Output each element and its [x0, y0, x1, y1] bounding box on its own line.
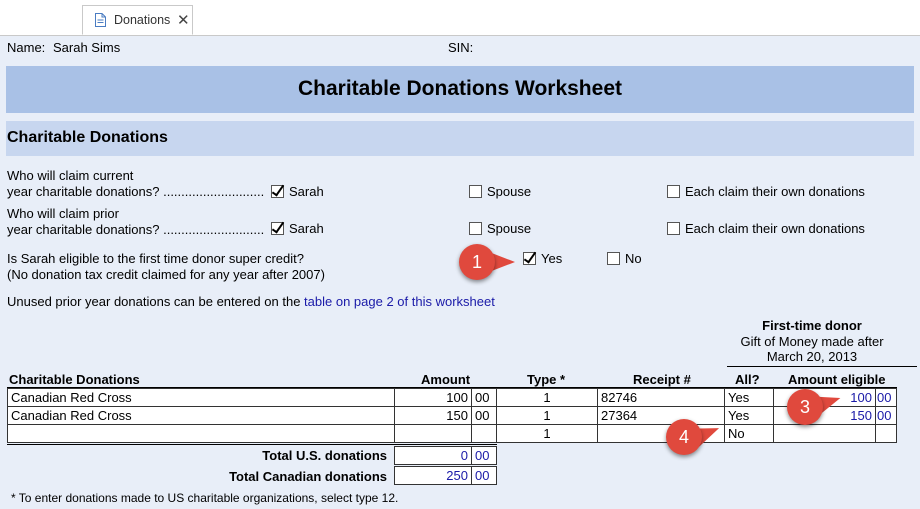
type-cell[interactable]: 1	[496, 424, 598, 443]
amount-cents-cell[interactable]	[471, 424, 497, 443]
page2-table-link[interactable]: table on page 2 of this worksheet	[304, 294, 495, 309]
amount-cell[interactable]: 150	[394, 406, 472, 425]
claim-prior-each-checkbox[interactable]	[667, 222, 680, 235]
claim-current-line2: year charitable donations? .............…	[7, 184, 265, 199]
unused-donations-note: Unused prior year donations can be enter…	[7, 294, 495, 309]
amount-cell[interactable]: 100	[394, 388, 472, 407]
eligible-cents-cell[interactable]: 00	[875, 406, 897, 425]
claim-current-sarah-label: Sarah	[289, 184, 324, 199]
receipt-cell[interactable]: 82746	[597, 388, 725, 407]
claim-prior-each-label: Each claim their own donations	[685, 221, 865, 236]
super-credit-yes-checkbox[interactable]	[523, 252, 536, 265]
claim-prior-line2: year charitable donations? .............…	[7, 222, 265, 237]
claim-current-each-label: Each claim their own donations	[685, 184, 865, 199]
callout-badge-1: 1	[459, 244, 495, 280]
document-icon	[95, 13, 106, 27]
footnote: * To enter donations made to US charitab…	[11, 491, 399, 505]
claim-prior-line1: Who will claim prior	[7, 206, 119, 221]
section-title: Charitable Donations	[7, 129, 168, 146]
claim-prior-spouse-checkbox[interactable]	[469, 222, 482, 235]
all-cell[interactable]: Yes	[724, 406, 774, 425]
total-us-label: Total U.S. donations	[262, 448, 387, 463]
totals-divider	[7, 444, 497, 445]
first-time-donor-sub2: March 20, 2013	[766, 349, 858, 364]
first-time-donor-sub1: Gift of Money made after	[740, 334, 884, 349]
claim-current-line1: Who will claim current	[7, 168, 134, 183]
claim-current-each-checkbox[interactable]	[667, 185, 680, 198]
claim-prior-spouse-label: Spouse	[487, 221, 532, 236]
eligible-cell[interactable]	[773, 424, 876, 443]
total-us-value: 0	[394, 446, 472, 465]
col-header-eligible: Amount eligible	[788, 372, 886, 387]
section-header: Charitable Donations	[6, 121, 914, 156]
donation-name-cell[interactable]: Canadian Red Cross	[7, 388, 395, 407]
eligible-cents-cell[interactable]	[875, 424, 897, 443]
tab-label: Donations	[114, 13, 171, 27]
close-icon[interactable]: ✕	[177, 11, 190, 29]
claim-prior-sarah-checkbox[interactable]	[271, 222, 284, 235]
col-header-type: Type *	[527, 372, 566, 387]
all-cell[interactable]: Yes	[724, 388, 774, 407]
claim-prior-sarah-label: Sarah	[289, 221, 324, 236]
first-time-donor-heading: First-time donor	[762, 318, 862, 333]
name-value: Sarah Sims	[53, 40, 121, 55]
super-credit-question: Is Sarah eligible to the first time dono…	[7, 251, 304, 266]
name-label: Name:	[7, 40, 46, 55]
amount-cell[interactable]	[394, 424, 472, 443]
col-header-donations: Charitable Donations	[9, 372, 140, 387]
super-credit-no-checkbox[interactable]	[607, 252, 620, 265]
total-us-cents: 00	[471, 446, 497, 465]
all-cell[interactable]: No	[724, 424, 774, 443]
super-credit-no-label: No	[625, 251, 642, 266]
type-cell[interactable]: 1	[496, 406, 598, 425]
amount-cents-cell[interactable]: 00	[471, 388, 497, 407]
page-title: Charitable Donations Worksheet	[297, 77, 622, 100]
tab-strip: Donations ✕	[0, 0, 920, 36]
first-time-divider	[727, 366, 917, 367]
super-credit-yes-label: Yes	[541, 251, 563, 266]
total-canadian-value: 250	[394, 466, 472, 485]
callout-badge-4: 4	[666, 419, 702, 455]
claim-current-sarah-checkbox[interactable]	[271, 185, 284, 198]
claim-current-spouse-label: Spouse	[487, 184, 532, 199]
claim-current-spouse-checkbox[interactable]	[469, 185, 482, 198]
amount-cents-cell[interactable]: 00	[471, 406, 497, 425]
tab-donations[interactable]: Donations ✕	[82, 5, 193, 35]
eligible-cents-cell[interactable]: 00	[875, 388, 897, 407]
col-header-receipt: Receipt #	[633, 372, 691, 387]
worksheet: Name: Sarah Sims SIN: Charitable Donatio…	[0, 36, 920, 509]
type-cell[interactable]: 1	[496, 388, 598, 407]
worksheet-title-bar: Charitable Donations Worksheet	[6, 66, 914, 113]
col-header-amount: Amount	[421, 372, 471, 387]
super-credit-note: (No donation tax credit claimed for any …	[7, 267, 325, 282]
col-header-all: All?	[735, 372, 760, 387]
sin-label: SIN:	[448, 40, 474, 55]
total-canadian-cents: 00	[471, 466, 497, 485]
unused-note-text: Unused prior year donations can be enter…	[7, 294, 301, 309]
donation-name-cell[interactable]: Canadian Red Cross	[7, 406, 395, 425]
donation-name-cell[interactable]	[7, 424, 395, 443]
total-canadian-label: Total Canadian donations	[229, 469, 387, 484]
callout-badge-3: 3	[787, 389, 823, 425]
